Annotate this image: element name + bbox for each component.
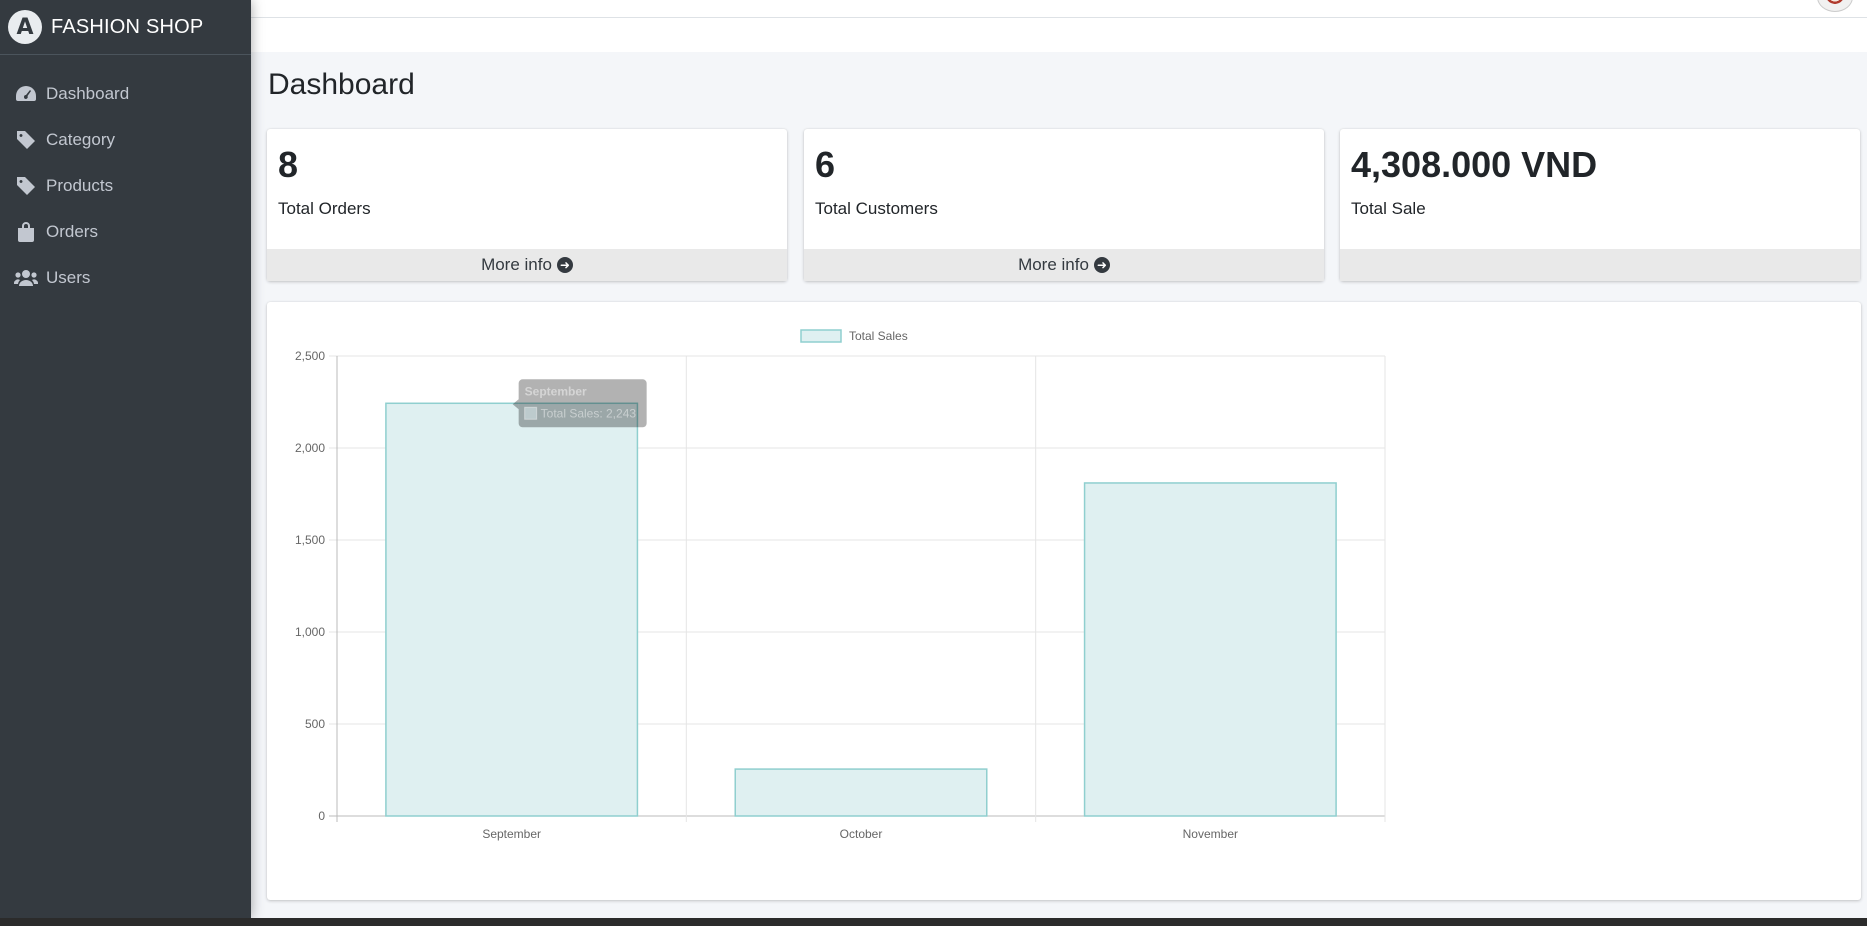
y-tick-label: 500 xyxy=(305,717,325,731)
sidebar-item-label: Users xyxy=(46,268,91,287)
tag-icon xyxy=(14,176,38,196)
x-tick-label: October xyxy=(840,827,883,841)
brand-name: FASHION SHOP xyxy=(51,15,204,38)
more-info-link[interactable]: More info ➜ xyxy=(267,249,787,281)
bottom-bar xyxy=(0,918,1867,926)
sidebar-item-label: Products xyxy=(46,176,114,195)
sidebar-item-category[interactable]: Category xyxy=(0,117,251,163)
more-info-label: More info xyxy=(1018,255,1089,274)
stat-value: 4,308.000 VND xyxy=(1351,144,1598,185)
page-title: Dashboard xyxy=(268,68,415,101)
stat-label: Total Customers xyxy=(815,199,938,218)
sidebar-item-products[interactable]: Products xyxy=(0,163,251,209)
sidebar-item-label: Dashboard xyxy=(46,84,130,103)
y-tick-label: 2,000 xyxy=(295,441,325,455)
chart-legend: Total Sales xyxy=(800,329,908,343)
y-tick-label: 0 xyxy=(318,809,325,823)
sidebar: A FASHION SHOP Dashboard Category Produc… xyxy=(0,0,251,918)
bar xyxy=(734,768,988,817)
sidebar-item-orders[interactable]: Orders xyxy=(0,209,251,255)
stat-value: 8 xyxy=(278,144,299,185)
chart-bars xyxy=(385,402,1337,817)
shopping-bag-icon xyxy=(14,222,38,242)
total-sale-box: 4,308.000 VND Total Sale xyxy=(1340,129,1860,281)
legend-label: Total Sales xyxy=(849,329,908,343)
box-footer xyxy=(1340,249,1860,281)
tooltip-title: September xyxy=(525,384,587,398)
stat-label: Total Orders xyxy=(278,199,371,218)
brand-link[interactable]: A FASHION SHOP xyxy=(0,0,251,55)
x-tick-label: November xyxy=(1183,827,1238,841)
user-avatar[interactable] xyxy=(1817,0,1853,12)
sidebar-item-label: Orders xyxy=(46,222,98,241)
top-navbar xyxy=(251,0,1867,18)
users-icon xyxy=(14,268,38,288)
more-info-label: More info xyxy=(481,255,552,274)
tag-icon xyxy=(14,130,38,150)
total-orders-box: 8 Total Orders More info ➜ xyxy=(267,129,787,281)
tooltip-swatch xyxy=(524,406,538,420)
sidebar-nav: Dashboard Category Products Orders Users xyxy=(0,55,251,301)
more-info-link[interactable]: More info ➜ xyxy=(804,249,1324,281)
stat-value: 6 xyxy=(815,144,836,185)
chart-x-axis: September October November xyxy=(482,827,1238,841)
x-tick-label: September xyxy=(482,827,541,841)
chart-y-axis: 0 500 1,000 1,500 2,000 2,500 xyxy=(295,349,325,823)
top-strip xyxy=(251,18,1867,52)
main-content: Dashboard 8 Total Orders More info ➜ 6 T… xyxy=(251,52,1867,918)
y-tick-label: 1,500 xyxy=(295,533,325,547)
bar xyxy=(1083,482,1337,817)
bar xyxy=(385,402,639,817)
sales-bar-chart[interactable]: 0 500 1,000 1,500 2,000 2,500 September Octobe… xyxy=(267,302,1861,900)
sidebar-item-dashboard[interactable]: Dashboard xyxy=(0,71,251,117)
brand-logo: A xyxy=(8,10,42,44)
sidebar-item-label: Category xyxy=(46,130,115,149)
y-tick-label: 2,500 xyxy=(295,349,325,363)
arrow-circle-right-icon: ➜ xyxy=(556,257,573,273)
sidebar-item-users[interactable]: Users xyxy=(0,255,251,301)
tooltip-body: Total Sales: 2,243 xyxy=(541,406,637,420)
tachometer-icon xyxy=(14,84,38,104)
chart-tooltip: September Total Sales: 2,243 xyxy=(512,379,647,428)
stat-label: Total Sale xyxy=(1351,199,1426,218)
y-tick-label: 1,000 xyxy=(295,625,325,639)
legend-swatch xyxy=(800,329,842,343)
arrow-circle-right-icon: ➜ xyxy=(1093,257,1110,273)
sales-chart-card: 0 500 1,000 1,500 2,000 2,500 September Octobe… xyxy=(267,302,1861,900)
total-customers-box: 6 Total Customers More info ➜ xyxy=(804,129,1324,281)
